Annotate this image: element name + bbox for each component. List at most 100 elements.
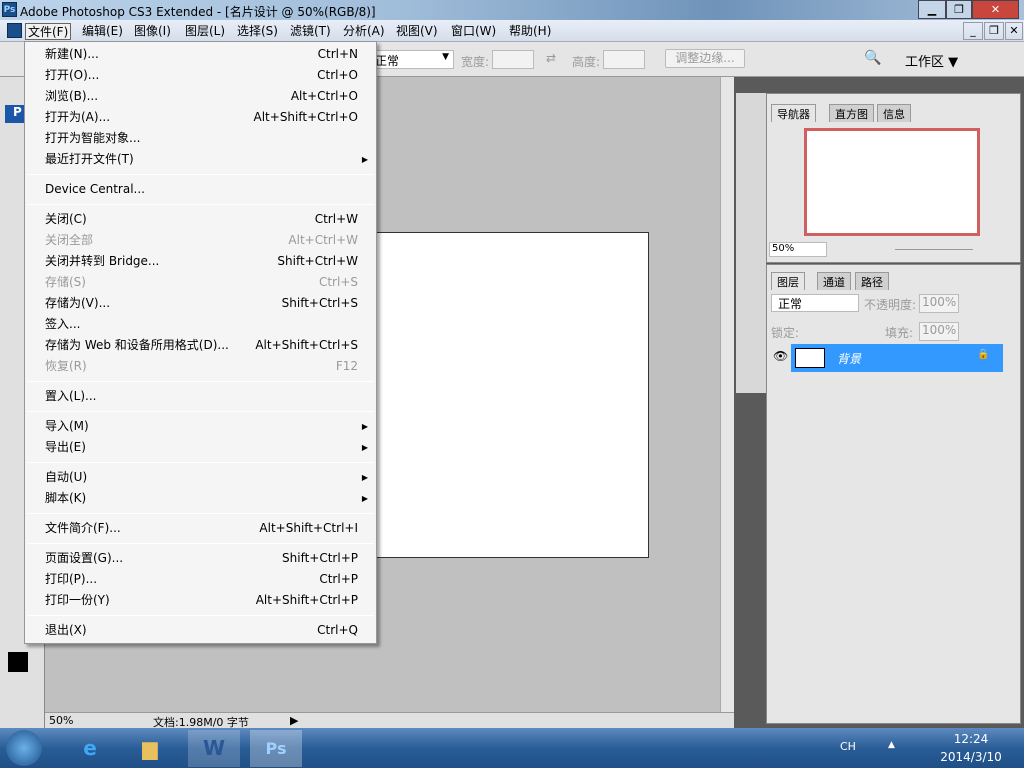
- explorer-icon[interactable]: ▆: [124, 730, 176, 767]
- photoshop-taskbar-button[interactable]: Ps: [250, 730, 302, 767]
- menu-item[interactable]: 存储为(V)... Shift+Ctrl+S: [25, 293, 376, 314]
- menu-separator: [27, 204, 374, 205]
- menu-file[interactable]: 文件(F): [25, 23, 72, 40]
- menu-item[interactable]: Device Central...: [25, 179, 376, 200]
- menu-window[interactable]: 窗口(W): [449, 23, 498, 40]
- menu-item-shortcut: Alt+Shift+Ctrl+I: [259, 521, 358, 535]
- menu-item-label: 打开(O)...: [45, 68, 100, 82]
- menu-item[interactable]: 打印一份(Y) Alt+Shift+Ctrl+P: [25, 590, 376, 611]
- menu-item-label: 关闭并转到 Bridge...: [45, 254, 160, 268]
- menu-separator: [27, 174, 374, 175]
- panel-icons: [736, 93, 766, 393]
- visibility-eye-icon[interactable]: 👁: [773, 349, 788, 363]
- word-taskbar-button[interactable]: W: [188, 730, 240, 767]
- navigator-zoom[interactable]: 50%: [769, 242, 827, 257]
- menu-separator: [27, 543, 374, 544]
- style-select[interactable]: 正常 ▼: [370, 50, 454, 69]
- width-input[interactable]: [492, 50, 534, 69]
- menu-item-shortcut: Alt+Shift+Ctrl+O: [253, 110, 358, 124]
- menu-item[interactable]: 最近打开文件(T) ▶: [25, 149, 376, 170]
- maximize-button[interactable]: ❐: [946, 0, 972, 19]
- menu-item-label: 页面设置(G)...: [45, 551, 124, 565]
- menu-item[interactable]: 打开为智能对象...: [25, 128, 376, 149]
- menu-item[interactable]: 签入...: [25, 314, 376, 335]
- layer-row[interactable]: 背景 🔒: [791, 344, 1003, 372]
- fill-input[interactable]: 100%: [919, 322, 959, 341]
- doc-restore-button[interactable]: ❐: [984, 22, 1004, 40]
- status-bar: 50% 文档:1.98M/0 字节 ▶: [45, 712, 734, 729]
- ie-icon[interactable]: e: [64, 730, 116, 767]
- submenu-arrow-icon: ▶: [361, 443, 368, 452]
- menu-item[interactable]: 打开为(A)... Alt+Shift+Ctrl+O: [25, 107, 376, 128]
- clock-date[interactable]: 2014/3/10: [940, 750, 1002, 764]
- tab-paths[interactable]: 路径: [855, 272, 889, 290]
- doc-close-button[interactable]: ✕: [1005, 22, 1023, 40]
- menu-separator: [27, 615, 374, 616]
- menu-item[interactable]: 打印(P)... Ctrl+P: [25, 569, 376, 590]
- menu-item-label: 存储为(V)...: [45, 296, 111, 310]
- menu-item[interactable]: 脚本(K) ▶: [25, 488, 376, 509]
- menu-item-shortcut: Shift+Ctrl+S: [281, 296, 358, 310]
- swap-icon[interactable]: ⇄: [546, 51, 556, 65]
- menu-edit[interactable]: 编辑(E): [80, 23, 125, 40]
- menu-image[interactable]: 图像(I): [132, 23, 173, 40]
- menu-item[interactable]: 退出(X) Ctrl+Q: [25, 620, 376, 641]
- menu-item[interactable]: 浏览(B)... Alt+Ctrl+O: [25, 86, 376, 107]
- workspace-button[interactable]: 工作区 ▼: [905, 51, 958, 70]
- doc-minimize-button[interactable]: _: [963, 22, 983, 40]
- zoom-slider[interactable]: [895, 249, 973, 250]
- menu-separator: [27, 381, 374, 382]
- menu-item-label: 导入(M): [45, 419, 89, 433]
- lock-label: 锁定:: [771, 326, 800, 340]
- status-arrow-icon[interactable]: ▶: [290, 714, 298, 727]
- close-button[interactable]: ✕: [972, 0, 1019, 19]
- foreground-color[interactable]: [8, 652, 28, 672]
- menu-item-shortcut: Alt+Ctrl+W: [288, 233, 358, 247]
- opacity-input[interactable]: 100%: [919, 294, 959, 313]
- height-input[interactable]: [603, 50, 645, 69]
- menu-item-label: 打开为智能对象...: [45, 131, 141, 145]
- menu-item-shortcut: Shift+Ctrl+W: [277, 254, 358, 268]
- minimize-button[interactable]: ▁: [918, 0, 946, 19]
- tray-expand-icon[interactable]: ▲: [888, 740, 895, 750]
- menu-item[interactable]: 存储为 Web 和设备所用格式(D)... Alt+Shift+Ctrl+S: [25, 335, 376, 356]
- menu-filter[interactable]: 滤镜(T): [288, 23, 333, 40]
- menu-layer[interactable]: 图层(L): [183, 23, 227, 40]
- language-indicator[interactable]: CH: [840, 740, 856, 753]
- menu-item[interactable]: 页面设置(G)... Shift+Ctrl+P: [25, 548, 376, 569]
- menu-item-label: 自动(U): [45, 470, 88, 484]
- tab-channels[interactable]: 通道: [817, 272, 851, 290]
- menu-item-shortcut: Ctrl+W: [314, 212, 358, 226]
- menu-item[interactable]: 新建(N)... Ctrl+N: [25, 44, 376, 65]
- menu-item-shortcut: Ctrl+O: [317, 68, 358, 82]
- menu-analysis[interactable]: 分析(A): [341, 23, 387, 40]
- tab-navigator[interactable]: 导航器: [771, 104, 816, 122]
- vertical-scrollbar[interactable]: [720, 77, 734, 712]
- menu-item[interactable]: 自动(U) ▶: [25, 467, 376, 488]
- menu-item-label: 打开为(A)...: [45, 110, 111, 124]
- status-zoom[interactable]: 50%: [49, 714, 73, 727]
- menu-item[interactable]: 置入(L)...: [25, 386, 376, 407]
- menu-select[interactable]: 选择(S): [235, 23, 280, 40]
- start-button[interactable]: [6, 730, 42, 766]
- menu-item[interactable]: 导入(M) ▶: [25, 416, 376, 437]
- menu-item[interactable]: 关闭并转到 Bridge... Shift+Ctrl+W: [25, 251, 376, 272]
- bridge-icon[interactable]: 🔍: [864, 50, 881, 66]
- menu-help[interactable]: 帮助(H): [507, 23, 553, 40]
- menu-item-label: 存储为 Web 和设备所用格式(D)...: [45, 338, 229, 352]
- tab-histogram[interactable]: 直方图: [829, 104, 874, 122]
- menu-item[interactable]: 关闭(C) Ctrl+W: [25, 209, 376, 230]
- tab-layers[interactable]: 图层: [771, 272, 805, 290]
- menu-item[interactable]: 文件简介(F)... Alt+Shift+Ctrl+I: [25, 518, 376, 539]
- menu-separator: [27, 411, 374, 412]
- clock-time[interactable]: 12:24: [940, 732, 1002, 746]
- menu-item[interactable]: 打开(O)... Ctrl+O: [25, 65, 376, 86]
- navigator-preview[interactable]: [804, 128, 980, 236]
- menu-view[interactable]: 视图(V): [394, 23, 440, 40]
- refine-edge-button[interactable]: 调整边缘...: [665, 49, 745, 68]
- blend-mode-select[interactable]: 正常: [771, 294, 859, 312]
- tab-info[interactable]: 信息: [877, 104, 911, 122]
- submenu-arrow-icon: ▶: [361, 422, 368, 431]
- menu-item-shortcut: Alt+Shift+Ctrl+P: [255, 593, 358, 607]
- menu-item[interactable]: 导出(E) ▶: [25, 437, 376, 458]
